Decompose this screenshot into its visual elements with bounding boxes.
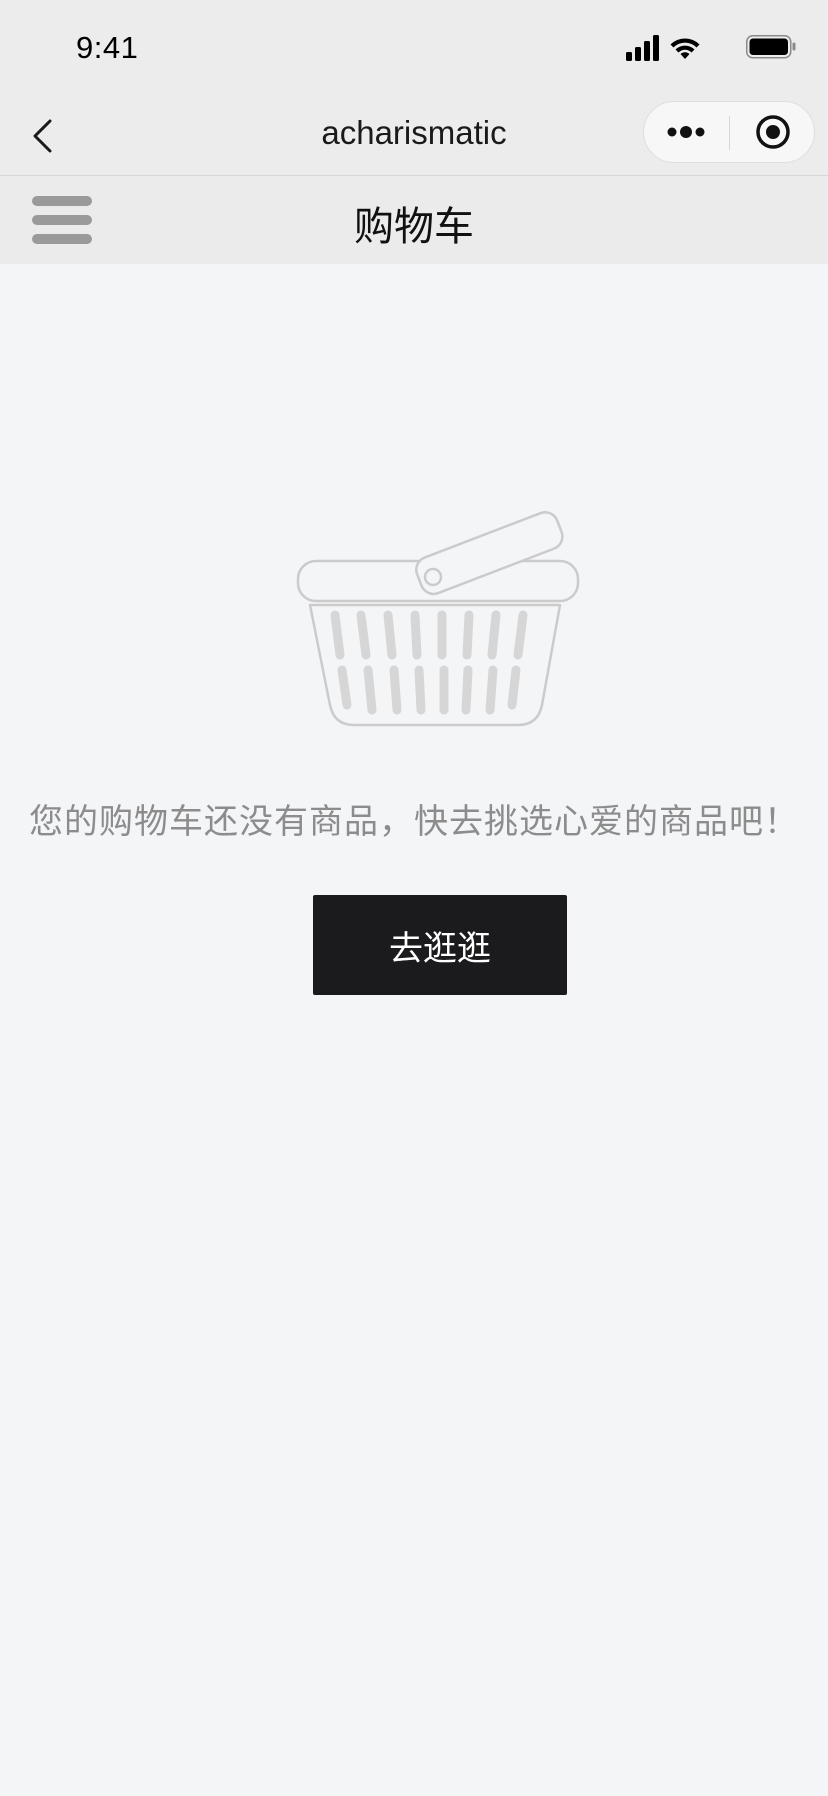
wifi-icon xyxy=(670,38,700,59)
empty-cart-message: 您的购物车还没有商品，快去挑选心爱的商品吧！ xyxy=(29,802,799,842)
more-dots-icon xyxy=(667,126,705,138)
capsule-menu xyxy=(643,101,815,163)
target-close-icon xyxy=(756,115,790,149)
status-icons xyxy=(626,35,796,61)
go-shopping-button[interactable]: 去逛逛 xyxy=(313,895,567,995)
mini-program-nav-bar: acharismatic xyxy=(0,96,828,176)
status-time: 9:41 xyxy=(76,30,139,65)
battery-icon xyxy=(746,35,796,59)
page-header: 购物车 xyxy=(0,176,828,264)
status-bar: 9:41 xyxy=(0,0,828,96)
capsule-close-button[interactable] xyxy=(730,102,815,162)
page-title: 购物车 xyxy=(354,204,474,250)
signal-icon xyxy=(626,35,659,61)
capsule-more-button[interactable] xyxy=(644,102,729,162)
basket-icon xyxy=(296,511,580,727)
